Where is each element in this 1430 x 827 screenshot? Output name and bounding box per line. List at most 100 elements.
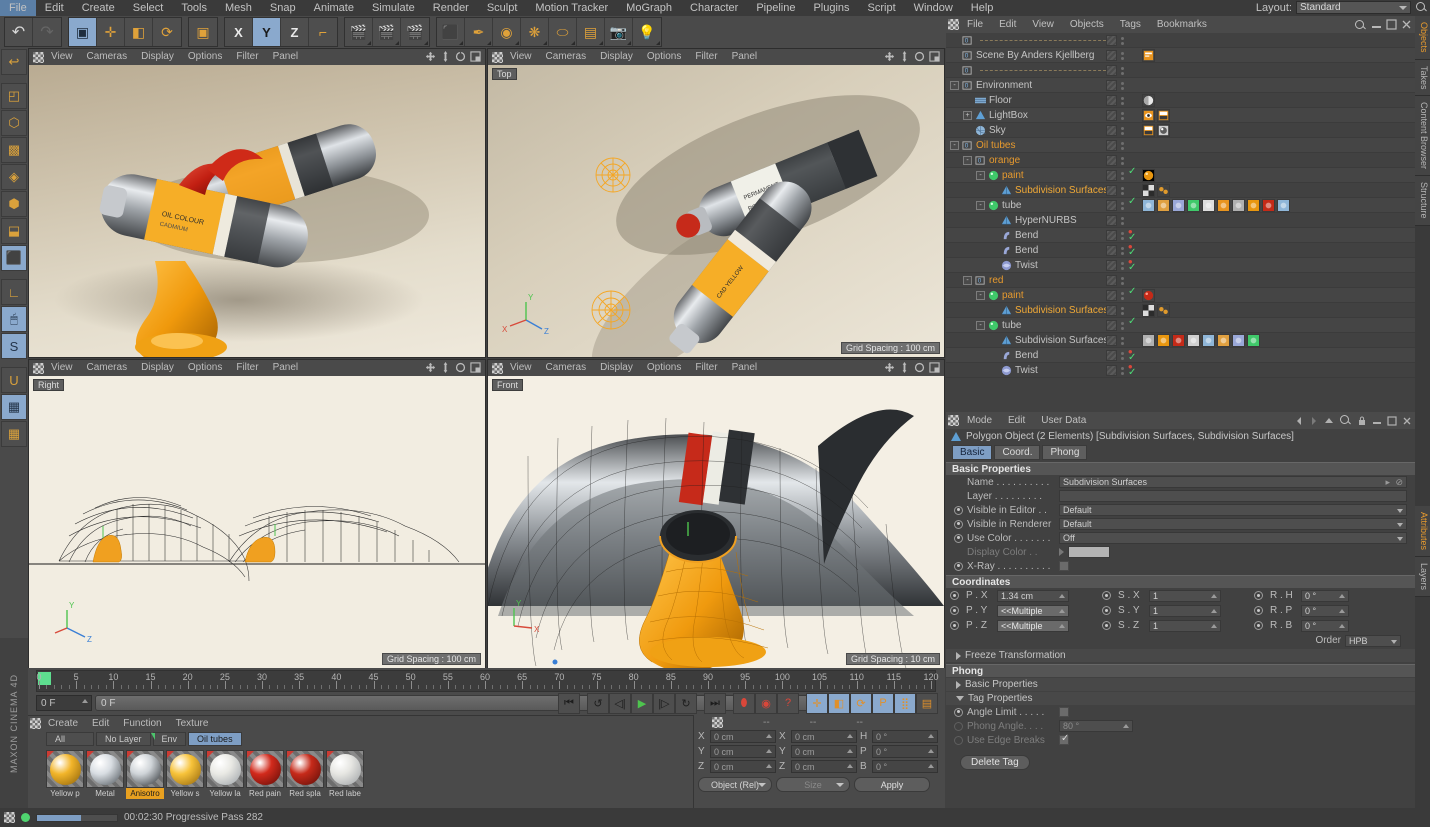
editor-visibility-dot[interactable] [1121,366,1124,370]
dock-tab-structure[interactable]: Structure [1415,176,1430,226]
collapse-toggle-icon[interactable]: - [950,140,959,150]
layer-color-swatch[interactable] [1106,95,1117,106]
vp-menu-filter[interactable]: Filter [688,360,724,376]
redo-icon[interactable]: ↷ [33,18,61,46]
polygon-mode-icon[interactable]: ⬛ [1,245,27,271]
object-row-label-area[interactable]: 0 Scene By Anders Kjellberg [946,48,1106,63]
dropdown-corner-icon[interactable] [656,41,660,45]
dock-tab-layers[interactable]: Layers [1415,556,1430,597]
render-visibility-dot[interactable] [1121,116,1124,120]
editor-visibility-dot[interactable] [1121,36,1124,40]
visibility-dots[interactable] [1121,321,1124,330]
magnet-icon[interactable]: U [1,367,27,393]
name-expand-icon[interactable]: ▸ [1385,477,1390,488]
layer-color-swatch[interactable] [1106,230,1117,241]
dropdown-corner-icon[interactable] [599,41,603,45]
layer-color-swatch[interactable] [1106,125,1117,136]
collapse-toggle-icon[interactable]: - [963,275,972,285]
object-tree-row[interactable]: Bend • ✓ [946,240,1415,258]
object-row-label-area[interactable]: Bend [946,243,1106,258]
object-tree-row[interactable]: - paint ✓ [946,167,1415,183]
phong-tag-icon[interactable] [1142,304,1155,317]
object-name[interactable]: Scene By Anders Kjellberg [976,50,1094,61]
display-color-swatch[interactable] [1068,546,1110,558]
coord-rotation-input[interactable]: 0 ° [1301,589,1349,602]
object-row-label-area[interactable]: - paint [946,168,1106,183]
menu-item-help[interactable]: Help [962,0,1003,16]
vp-menu-panel[interactable]: Panel [725,360,765,376]
object-row-label-area[interactable]: HyperNURBS [946,213,1106,228]
visibility-dots[interactable] [1121,261,1124,270]
pan-icon[interactable] [884,362,895,373]
loop-button[interactable]: ↻ [675,692,697,714]
visibility-dots[interactable] [1121,66,1124,75]
key-point-level-button[interactable]: ⣿ [894,692,916,714]
layer-color-swatch[interactable] [1106,365,1117,376]
material-name[interactable]: Anisotro [126,788,164,799]
editor-visibility-dot[interactable] [1121,261,1124,265]
step-forward-button[interactable]: |▷ [653,692,675,714]
object-row-label-area[interactable]: -0 orange [946,153,1106,168]
search-icon[interactable] [1354,19,1367,32]
render-visibility-dot[interactable] [1121,41,1124,45]
object-tag-icon[interactable] [1187,199,1200,212]
object-row-label-area[interactable]: Subdivision Surfaces [946,303,1108,318]
maximize-viewport-icon[interactable] [929,362,940,373]
material-name[interactable]: Yellow s [166,788,204,799]
render-visibility-dot[interactable] [1121,371,1124,375]
layer-color-swatch[interactable] [1106,35,1117,46]
layer-color-swatch[interactable] [1106,185,1117,196]
editor-visibility-dot[interactable] [1121,351,1124,355]
editor-visibility-dot[interactable] [1121,141,1124,145]
obj-menu-view[interactable]: View [1024,19,1062,30]
primitive-cube-icon[interactable]: ⬛ [437,18,465,46]
visibility-dots[interactable] [1121,51,1124,60]
axis-z-icon[interactable]: Z [281,18,309,46]
coord-size-field[interactable]: 0 cm [791,760,857,773]
visibility-dots[interactable] [1121,336,1124,345]
status-menu-icon[interactable] [4,812,15,823]
play-forward-button[interactable]: ▶ [631,692,653,714]
editor-visibility-dot[interactable] [1121,291,1124,295]
vp-menu-view[interactable]: View [503,49,539,65]
zoom-dolly-icon[interactable] [440,362,451,373]
edge-mode-icon[interactable]: ⬓ [1,218,27,244]
texture-mode-icon[interactable]: ▩ [1,137,27,163]
material-preview-sphere[interactable] [206,750,244,788]
dropdown-corner-icon[interactable] [515,41,519,45]
minimize-icon[interactable] [1372,416,1382,426]
visibility-dots[interactable] [1121,246,1124,255]
step-back-button[interactable]: ◁| [609,692,631,714]
attribute-tab-coord[interactable]: Coord. [994,444,1041,460]
layer-color-swatch[interactable] [1106,290,1117,301]
material-name[interactable]: Metal [86,788,124,799]
material-slot[interactable]: Yellow s [166,750,204,799]
nav-up-icon[interactable] [1324,416,1334,426]
layer-color-swatch[interactable] [1106,260,1117,271]
polygon-mesh-icon[interactable]: ◈ [1,164,27,190]
menu-item-mograph[interactable]: MoGraph [617,0,681,16]
object-tag-icon[interactable] [1187,334,1200,347]
attribute-input[interactable]: Default [1059,518,1407,530]
render-tag-icon[interactable] [1142,124,1155,137]
annotation-tag-icon[interactable] [1142,49,1155,62]
coord-rotation-input[interactable]: 0 ° [1301,619,1349,632]
obj-menu-objects[interactable]: Objects [1062,19,1112,30]
vp-menu-display[interactable]: Display [593,360,640,376]
dock-tab-content-browser[interactable]: Content Browser [1415,96,1430,177]
coord-rotation-radio[interactable] [1254,621,1263,630]
object-name[interactable]: tube [1002,320,1021,331]
layer-color-swatch[interactable] [1106,200,1117,211]
obj-menu-file[interactable]: File [959,19,991,30]
coord-scale-radio[interactable] [1102,591,1111,600]
object-tag-icon[interactable] [1202,199,1215,212]
vp-menu-view[interactable]: View [44,49,80,65]
chevron-right-icon[interactable] [1059,548,1064,556]
property-radio-toggle[interactable] [954,533,963,543]
enabled-check-icon[interactable]: ✓ [1128,197,1136,207]
viewport-perspective[interactable]: View Cameras Display Options Filter Pane… [28,48,486,358]
object-row-label-area[interactable]: Subdivision Surfaces [946,183,1108,198]
menu-item-mesh[interactable]: Mesh [216,0,261,16]
material-name[interactable]: Yellow p [46,788,84,799]
menu-item-animate[interactable]: Animate [305,0,363,16]
